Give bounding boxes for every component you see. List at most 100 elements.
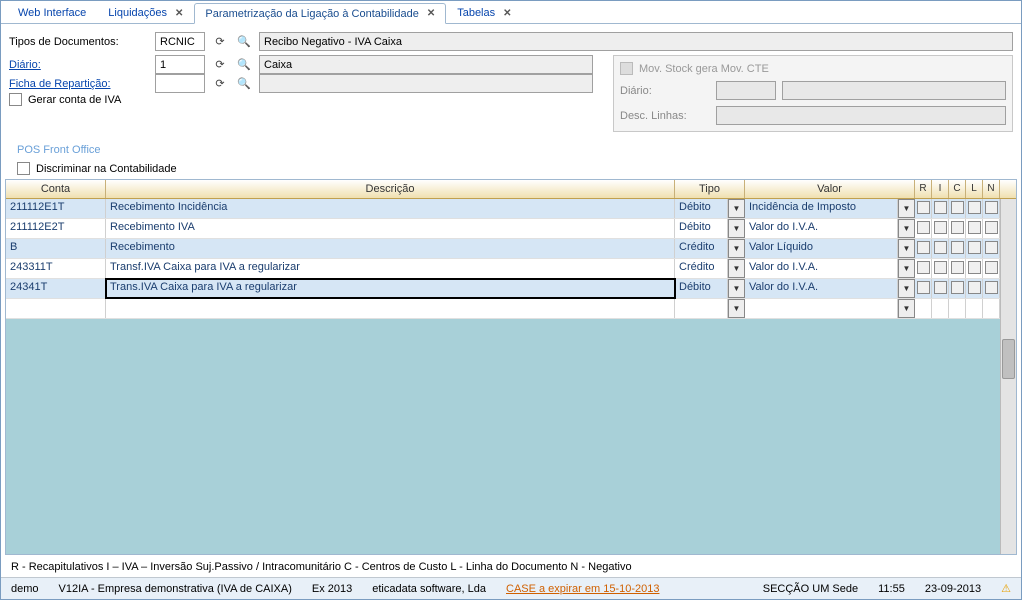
cell-tipo[interactable] — [675, 299, 728, 318]
cell-tipo[interactable]: Crédito — [675, 239, 728, 258]
close-icon[interactable]: ✕ — [175, 8, 183, 19]
checkbox[interactable] — [951, 241, 964, 254]
table-row[interactable]: 211112E2TRecebimento IVADébito▼Valor do … — [6, 219, 1016, 239]
checkbox[interactable] — [934, 281, 947, 294]
cell-tipo[interactable]: Crédito — [675, 259, 728, 278]
refresh-icon[interactable]: ⟳ — [211, 56, 229, 74]
diario-label[interactable]: Diário: — [9, 59, 149, 71]
cell-flag-n[interactable] — [983, 199, 1000, 218]
cell-descricao[interactable] — [106, 299, 675, 318]
cell-descricao[interactable]: Transf.IVA Caixa para IVA a regularizar — [106, 259, 675, 278]
checkbox[interactable] — [968, 281, 981, 294]
status-warning[interactable]: CASE a expirar em 15-10-2013 — [506, 583, 659, 595]
ficha-desc[interactable] — [259, 74, 593, 93]
cell-flag-n[interactable] — [983, 299, 1000, 318]
cell-flag-i[interactable] — [932, 299, 949, 318]
cell-conta[interactable]: 243311T — [6, 259, 106, 278]
cell-descricao[interactable]: Trans.IVA Caixa para IVA a regularizar — [105, 278, 676, 299]
cell-flag-c[interactable] — [949, 259, 966, 278]
col-l[interactable]: L — [966, 180, 983, 198]
cell-valor[interactable] — [745, 299, 898, 318]
col-c[interactable]: C — [949, 180, 966, 198]
ficha-label[interactable]: Ficha de Repartição: — [9, 78, 149, 90]
checkbox[interactable] — [968, 221, 981, 234]
checkbox[interactable] — [917, 201, 930, 214]
dropdown-icon[interactable]: ▼ — [728, 239, 745, 258]
close-icon[interactable]: ✕ — [427, 8, 435, 19]
checkbox[interactable] — [917, 221, 930, 234]
cell-flag-r[interactable] — [915, 279, 932, 298]
dropdown-icon[interactable]: ▼ — [728, 279, 745, 298]
cell-tipo[interactable]: Débito — [675, 279, 728, 298]
cell-flag-n[interactable] — [983, 279, 1000, 298]
cell-valor[interactable]: Valor do I.V.A. — [745, 279, 898, 298]
checkbox[interactable] — [968, 261, 981, 274]
tab-web-interface[interactable]: Web Interface — [7, 3, 97, 23]
table-row[interactable]: ▼▼ — [6, 299, 1016, 319]
close-icon[interactable]: ✕ — [503, 8, 511, 19]
cell-flag-n[interactable] — [983, 219, 1000, 238]
search-icon[interactable]: 🔍 — [235, 56, 253, 74]
cell-flag-r[interactable] — [915, 219, 932, 238]
table-row[interactable]: 24341TTrans.IVA Caixa para IVA a regular… — [6, 279, 1016, 299]
cell-descricao[interactable]: Recebimento IVA — [106, 219, 675, 238]
discriminar-checkbox[interactable] — [17, 162, 30, 175]
checkbox[interactable] — [968, 201, 981, 214]
tipos-documentos-desc[interactable] — [259, 32, 1013, 51]
dropdown-icon[interactable]: ▼ — [728, 199, 745, 218]
checkbox[interactable] — [934, 261, 947, 274]
checkbox[interactable] — [951, 221, 964, 234]
cell-descricao[interactable]: Recebimento — [106, 239, 675, 258]
cell-valor[interactable]: Valor do I.V.A. — [745, 259, 898, 278]
col-i[interactable]: I — [932, 180, 949, 198]
col-conta[interactable]: Conta — [6, 180, 106, 198]
cell-flag-r[interactable] — [915, 199, 932, 218]
gerar-iva-checkbox[interactable] — [9, 93, 22, 106]
cell-conta[interactable]: 24341T — [6, 279, 106, 298]
checkbox[interactable] — [985, 201, 998, 214]
cell-flag-r[interactable] — [915, 239, 932, 258]
cell-tipo[interactable]: Débito — [675, 199, 728, 218]
refresh-icon[interactable]: ⟳ — [211, 75, 229, 93]
cell-flag-c[interactable] — [949, 239, 966, 258]
cell-flag-l[interactable] — [966, 279, 983, 298]
vertical-scrollbar[interactable] — [1000, 199, 1016, 554]
tab-tabelas[interactable]: Tabelas ✕ — [446, 3, 522, 23]
checkbox[interactable] — [951, 261, 964, 274]
search-icon[interactable]: 🔍 — [235, 33, 253, 51]
dropdown-icon[interactable]: ▼ — [898, 219, 915, 238]
cell-flag-i[interactable] — [932, 259, 949, 278]
checkbox[interactable] — [951, 281, 964, 294]
dropdown-icon[interactable]: ▼ — [898, 199, 915, 218]
checkbox[interactable] — [985, 261, 998, 274]
col-valor[interactable]: Valor — [745, 180, 915, 198]
diario-desc[interactable] — [259, 55, 593, 74]
cell-flag-i[interactable] — [932, 219, 949, 238]
refresh-icon[interactable]: ⟳ — [211, 33, 229, 51]
dropdown-icon[interactable]: ▼ — [728, 219, 745, 238]
dropdown-icon[interactable]: ▼ — [898, 299, 915, 318]
checkbox[interactable] — [917, 261, 930, 274]
cell-conta[interactable]: B — [6, 239, 106, 258]
tab-parametrizacao[interactable]: Parametrização da Ligação à Contabilidad… — [194, 3, 446, 24]
scrollbar-thumb[interactable] — [1002, 339, 1015, 379]
cell-valor[interactable]: Incidência de Imposto — [745, 199, 898, 218]
checkbox[interactable] — [934, 241, 947, 254]
tipos-documentos-input[interactable] — [155, 32, 205, 51]
table-row[interactable]: BRecebimentoCrédito▼Valor Líquido▼ — [6, 239, 1016, 259]
dropdown-icon[interactable]: ▼ — [898, 239, 915, 258]
cell-flag-r[interactable] — [915, 259, 932, 278]
cell-valor[interactable]: Valor Líquido — [745, 239, 898, 258]
cell-flag-i[interactable] — [932, 279, 949, 298]
cell-flag-r[interactable] — [915, 299, 932, 318]
cell-flag-n[interactable] — [983, 239, 1000, 258]
checkbox[interactable] — [985, 281, 998, 294]
cell-flag-i[interactable] — [932, 199, 949, 218]
dropdown-icon[interactable]: ▼ — [728, 299, 745, 318]
col-tipo[interactable]: Tipo — [675, 180, 745, 198]
checkbox[interactable] — [934, 221, 947, 234]
dropdown-icon[interactable]: ▼ — [728, 259, 745, 278]
cell-flag-c[interactable] — [949, 219, 966, 238]
table-row[interactable]: 243311TTransf.IVA Caixa para IVA a regul… — [6, 259, 1016, 279]
checkbox[interactable] — [968, 241, 981, 254]
